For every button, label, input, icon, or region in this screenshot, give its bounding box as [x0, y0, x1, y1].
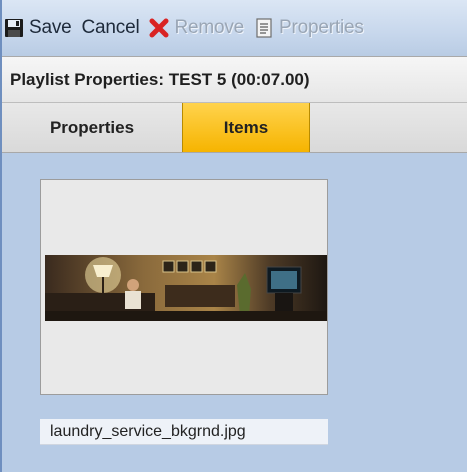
red-x-icon — [149, 18, 169, 38]
properties-label: Properties — [279, 17, 364, 38]
tab-items[interactable]: Items — [182, 103, 310, 152]
playlist-properties-window: Save Cancel Remove Properties Playlist P… — [0, 0, 467, 472]
items-panel: laundry_service_bkgrnd.jpg — [2, 153, 467, 472]
remove-button[interactable]: Remove — [149, 13, 244, 43]
title-bar: Playlist Properties: TEST 5 (00:07.00) — [2, 56, 467, 103]
tab-properties[interactable]: Properties — [2, 103, 182, 152]
properties-button[interactable]: Properties — [254, 13, 364, 43]
tab-bar: Properties Items — [2, 103, 467, 153]
item-filename: laundry_service_bkgrnd.jpg — [40, 419, 328, 445]
remove-label: Remove — [174, 17, 245, 38]
floppy-disk-icon — [4, 18, 24, 38]
playlist-item-thumbnail[interactable] — [40, 179, 328, 395]
toolbar: Save Cancel Remove Properties — [2, 0, 467, 56]
save-button[interactable]: Save — [4, 13, 72, 43]
page-title: Playlist Properties: TEST 5 (00:07.00) — [10, 69, 310, 89]
document-icon — [254, 18, 274, 38]
cancel-button[interactable]: Cancel — [82, 13, 140, 43]
cancel-label: Cancel — [81, 17, 140, 38]
thumbnail-image — [45, 255, 327, 321]
save-label: Save — [29, 17, 72, 38]
